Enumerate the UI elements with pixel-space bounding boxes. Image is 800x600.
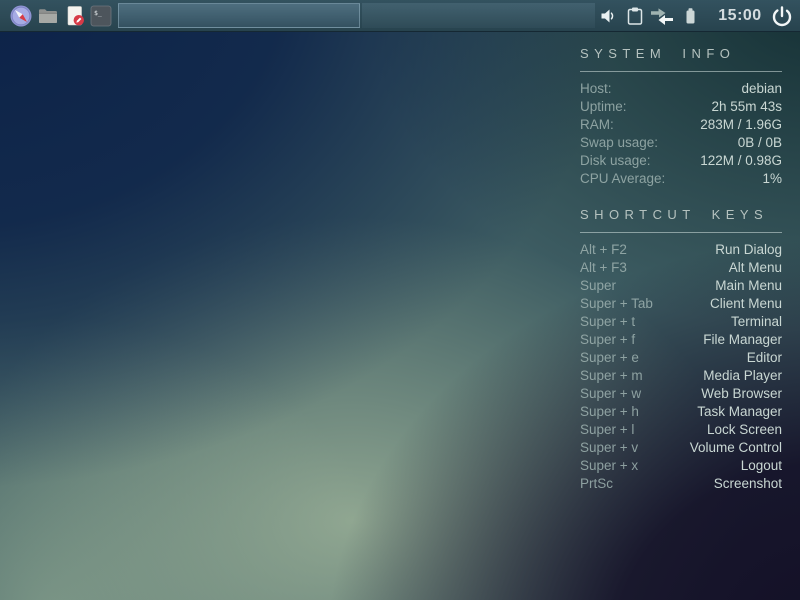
power-icon [770, 4, 794, 28]
volume-icon[interactable] [599, 6, 619, 26]
folder-icon [37, 5, 59, 27]
shortcut-row: Super + m Media Player [580, 367, 782, 385]
top-panel: $_ [0, 0, 800, 32]
sysinfo-label: CPU Average: [580, 170, 665, 188]
separator-line [580, 71, 782, 72]
sysinfo-value: 283M / 1.96G [700, 116, 782, 134]
shortcut-row: Super + h Task Manager [580, 403, 782, 421]
shortcut-action: Volume Control [690, 439, 782, 457]
power-button[interactable] [770, 4, 794, 28]
browser-compass-icon [10, 5, 32, 27]
sysinfo-value: 1% [762, 170, 782, 188]
shortcut-action: Editor [747, 349, 782, 367]
document-pencil-icon [64, 5, 86, 27]
shortcut-key: Super + l [580, 421, 634, 439]
shortcut-key: Super + h [580, 403, 639, 421]
conky-overlay: SYSTEM INFO Host: debian Uptime: 2h 55m … [580, 46, 782, 493]
shortcut-action: Web Browser [701, 385, 782, 403]
terminal-prompt-glyph: $_ [94, 9, 102, 17]
sysinfo-value: debian [741, 80, 782, 98]
sysinfo-label: Host: [580, 80, 612, 98]
shortcut-row: Super + t Terminal [580, 313, 782, 331]
shortcut-row: Alt + F2 Run Dialog [580, 241, 782, 259]
sysinfo-value: 0B / 0B [738, 134, 782, 152]
sysinfo-value: 2h 55m 43s [711, 98, 782, 116]
shortcut-key: PrtSc [580, 475, 613, 493]
shortcut-action: Task Manager [697, 403, 782, 421]
panel-clock[interactable]: 15:00 [714, 0, 766, 32]
shortcut-row: Super + v Volume Control [580, 439, 782, 457]
shortcut-row: Super + e Editor [580, 349, 782, 367]
shortcut-row: PrtSc Screenshot [580, 475, 782, 493]
shortcut-key: Alt + F3 [580, 259, 627, 277]
shortcut-key: Super + t [580, 313, 635, 331]
window-list [118, 3, 360, 28]
shortcut-action: Run Dialog [715, 241, 782, 259]
sysinfo-row-disk: Disk usage: 122M / 0.98G [580, 152, 782, 170]
sysinfo-label: RAM: [580, 116, 614, 134]
sysinfo-row-swap: Swap usage: 0B / 0B [580, 134, 782, 152]
shortcut-action: Alt Menu [729, 259, 782, 277]
launcher-text-editor[interactable] [64, 5, 86, 27]
network-icon[interactable] [649, 6, 675, 26]
shortcut-action: Lock Screen [707, 421, 782, 439]
shortcut-keys-title: SHORTCUT KEYS [580, 207, 782, 222]
shortcut-key: Super + f [580, 331, 635, 349]
shortcut-key: Super [580, 277, 616, 295]
system-info-title: SYSTEM INFO [580, 46, 782, 61]
launcher-file-manager[interactable] [37, 5, 59, 27]
shortcut-action: Main Menu [715, 277, 782, 295]
shortcut-row: Super + w Web Browser [580, 385, 782, 403]
screen: $_ [0, 0, 800, 600]
shortcut-action: Terminal [731, 313, 782, 331]
shortcut-key: Alt + F2 [580, 241, 627, 259]
sysinfo-label: Disk usage: [580, 152, 651, 170]
shortcut-row: Super + f File Manager [580, 331, 782, 349]
shortcut-action: File Manager [703, 331, 782, 349]
shortcut-row: Super Main Menu [580, 277, 782, 295]
separator-line [580, 232, 782, 233]
sysinfo-row-uptime: Uptime: 2h 55m 43s [580, 98, 782, 116]
shortcut-action: Screenshot [714, 475, 782, 493]
panel-spacer [362, 3, 595, 28]
sysinfo-label: Swap usage: [580, 134, 658, 152]
clipboard-icon[interactable] [625, 6, 645, 26]
shortcut-key: Super + x [580, 457, 638, 475]
sysinfo-label: Uptime: [580, 98, 627, 116]
shortcut-row: Super + Tab Client Menu [580, 295, 782, 313]
terminal-icon: $_ [90, 5, 112, 27]
sysinfo-value: 122M / 0.98G [700, 152, 782, 170]
shortcut-row: Super + x Logout [580, 457, 782, 475]
shortcut-key: Super + w [580, 385, 641, 403]
sysinfo-row-ram: RAM: 283M / 1.96G [580, 116, 782, 134]
shortcut-action: Client Menu [710, 295, 782, 313]
shortcut-key: Super + e [580, 349, 639, 367]
battery-icon[interactable] [680, 6, 700, 26]
shortcut-action: Logout [741, 457, 782, 475]
sysinfo-row-cpu: CPU Average: 1% [580, 170, 782, 188]
launcher-terminal[interactable]: $_ [90, 5, 112, 27]
shortcut-row: Super + l Lock Screen [580, 421, 782, 439]
shortcut-key: Super + m [580, 367, 643, 385]
sysinfo-row-host: Host: debian [580, 80, 782, 98]
shortcut-action: Media Player [703, 367, 782, 385]
launcher-web-browser[interactable] [10, 5, 32, 27]
shortcut-key: Super + Tab [580, 295, 653, 313]
shortcut-row: Alt + F3 Alt Menu [580, 259, 782, 277]
shortcut-key: Super + v [580, 439, 638, 457]
